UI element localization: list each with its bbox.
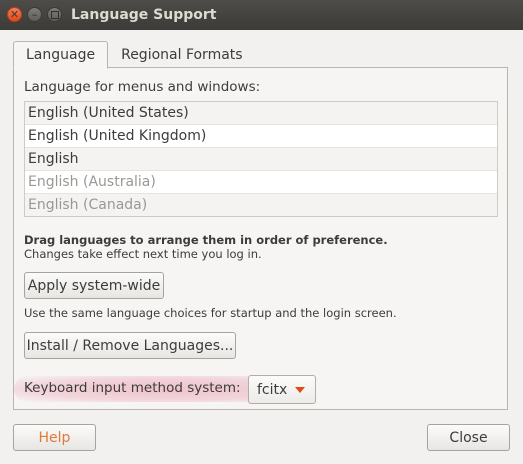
tab-regional-formats[interactable]: Regional Formats: [108, 41, 255, 67]
language-list[interactable]: English (United States) English (United …: [24, 101, 498, 217]
install-remove-languages-button[interactable]: Install / Remove Languages...: [24, 332, 236, 359]
list-item[interactable]: English (United States): [25, 102, 497, 125]
window-title: Language Support: [71, 7, 217, 23]
list-item[interactable]: English (Canada): [25, 194, 497, 216]
input-method-value: fcitx: [257, 381, 288, 398]
list-item[interactable]: English: [25, 148, 497, 171]
input-method-dropdown[interactable]: fcitx: [248, 375, 316, 404]
tab-bar: Language Regional Formats: [13, 41, 256, 69]
window-close-button[interactable]: ✕: [7, 7, 22, 22]
apply-note: Use the same language choices for startu…: [24, 306, 397, 320]
changes-note: Changes take effect next time you log in…: [24, 247, 262, 261]
list-item[interactable]: English (Australia): [25, 171, 497, 194]
help-button[interactable]: Help: [13, 424, 96, 451]
language-list-label: Language for menus and windows:: [24, 79, 261, 95]
dropdown-arrow-icon: [295, 387, 305, 393]
title-bar: ✕ – Language Support: [0, 0, 523, 30]
tab-language[interactable]: Language: [13, 41, 109, 69]
maximize-icon: [50, 10, 59, 19]
window-maximize-button[interactable]: [47, 7, 62, 22]
list-item[interactable]: English (United Kingdom): [25, 125, 497, 148]
minimize-icon: –: [31, 8, 38, 21]
apply-system-wide-button[interactable]: Apply system-wide: [24, 272, 164, 299]
window-minimize-button[interactable]: –: [27, 7, 42, 22]
drag-instruction: Drag languages to arrange them in order …: [24, 233, 388, 247]
close-button[interactable]: Close: [427, 424, 510, 451]
close-icon: ✕: [9, 8, 20, 21]
language-support-window: ✕ – Language Support Language Regional F…: [0, 0, 523, 464]
input-method-label: Keyboard input method system:: [24, 380, 241, 396]
